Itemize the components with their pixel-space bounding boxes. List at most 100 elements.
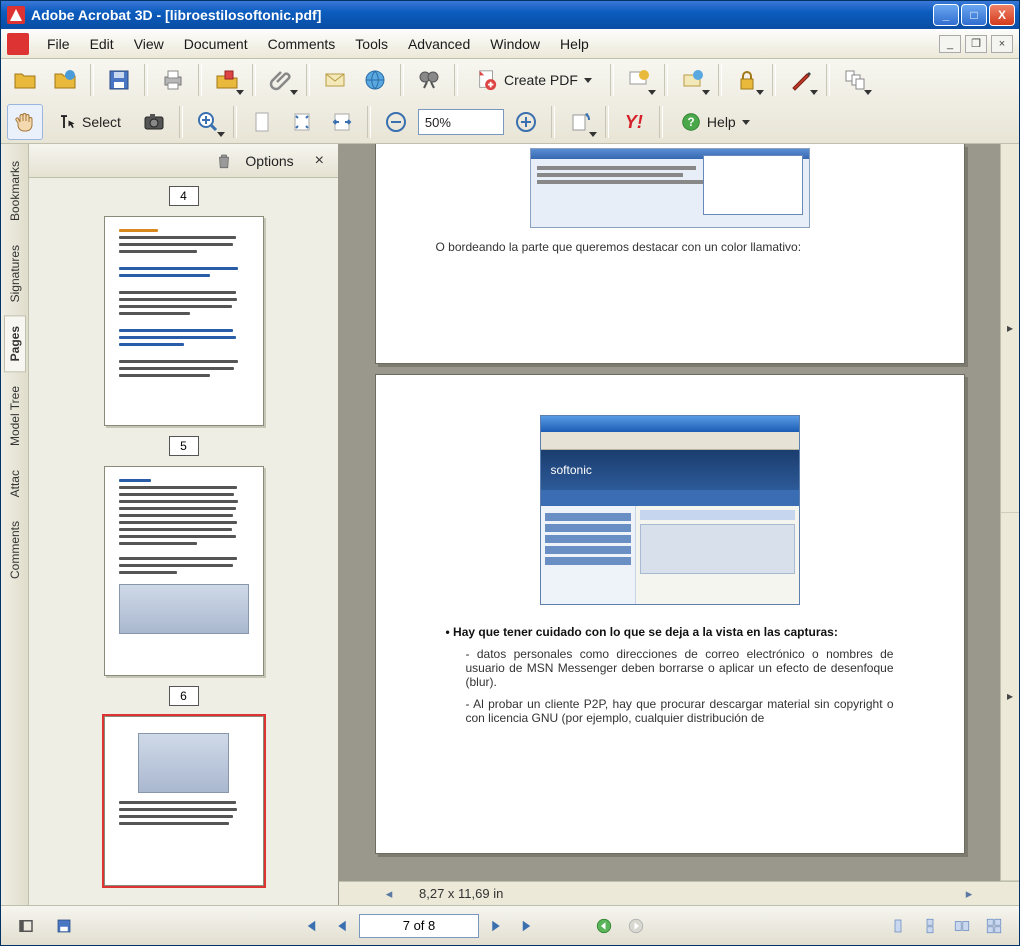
doc-scroll-down[interactable]: ▸ bbox=[1001, 513, 1019, 882]
print-button[interactable] bbox=[155, 62, 191, 98]
tab-comments[interactable]: Comments bbox=[4, 510, 26, 590]
panel-options-button[interactable]: Options bbox=[245, 153, 298, 169]
window-minimize-button[interactable]: _ bbox=[933, 4, 959, 26]
menu-bar: File Edit View Document Comments Tools A… bbox=[1, 29, 1019, 59]
document-scroll[interactable]: O bordeando la parte que queremos destac… bbox=[339, 144, 1000, 881]
zoom-value-text: 50% bbox=[425, 115, 451, 130]
organizer-button[interactable] bbox=[209, 62, 245, 98]
sign-button[interactable] bbox=[783, 62, 819, 98]
trash-icon[interactable] bbox=[215, 152, 233, 170]
panel-close-button[interactable]: × bbox=[311, 152, 328, 170]
tab-pages[interactable]: Pages bbox=[4, 315, 26, 372]
window-titlebar: Adobe Acrobat 3D - [libroestilosoftonic.… bbox=[1, 1, 1019, 29]
single-page-view-button[interactable] bbox=[883, 911, 913, 941]
forms-button[interactable] bbox=[837, 62, 873, 98]
help-button[interactable]: ? Help bbox=[670, 105, 761, 139]
tab-bookmarks[interactable]: Bookmarks bbox=[4, 150, 26, 232]
menu-view[interactable]: View bbox=[124, 32, 174, 56]
last-page-button[interactable] bbox=[513, 911, 543, 941]
toolbars: Create PDF Select bbox=[1, 59, 1019, 144]
menu-edit[interactable]: Edit bbox=[80, 32, 124, 56]
navigation-tabs: Bookmarks Signatures Pages Model Tree At… bbox=[1, 144, 29, 905]
dimension-bar: ◂ 8,27 x 11,69 in ▸ bbox=[339, 881, 1019, 905]
create-pdf-label: Create PDF bbox=[504, 72, 578, 88]
menu-file[interactable]: File bbox=[37, 32, 80, 56]
tab-signatures[interactable]: Signatures bbox=[4, 234, 26, 313]
collapse-nav-button[interactable] bbox=[11, 911, 41, 941]
page-dimensions: 8,27 x 11,69 in bbox=[419, 886, 503, 901]
zoom-value-field[interactable]: 50% bbox=[418, 109, 504, 135]
web-button[interactable] bbox=[357, 62, 393, 98]
open-web-button[interactable] bbox=[47, 62, 83, 98]
thumbnail-page-4[interactable] bbox=[104, 216, 264, 426]
doc-side-arrows: ▸ ▸ bbox=[1000, 144, 1019, 881]
doc-text-1: O bordeando la parte que queremos destac… bbox=[436, 238, 904, 256]
svg-text:?: ? bbox=[687, 116, 694, 129]
mdi-minimize-button[interactable]: _ bbox=[939, 35, 961, 53]
window-close-button[interactable]: X bbox=[989, 4, 1015, 26]
menu-comments[interactable]: Comments bbox=[258, 32, 346, 56]
thumbnail-page-6[interactable] bbox=[104, 716, 264, 886]
create-pdf-button[interactable]: Create PDF bbox=[465, 63, 603, 97]
tab-attachments[interactable]: Attac bbox=[4, 459, 26, 508]
secure-button[interactable] bbox=[729, 62, 765, 98]
menu-help[interactable]: Help bbox=[550, 32, 599, 56]
search-button[interactable] bbox=[411, 62, 447, 98]
continuous-view-button[interactable] bbox=[915, 911, 945, 941]
thumbnail-page-5[interactable] bbox=[104, 466, 264, 676]
yahoo-button[interactable]: Y! bbox=[616, 104, 652, 140]
first-page-button[interactable] bbox=[295, 911, 325, 941]
actual-size-button[interactable] bbox=[244, 104, 280, 140]
menu-document[interactable]: Document bbox=[174, 32, 258, 56]
fit-width-button[interactable] bbox=[324, 104, 360, 140]
acrobat-icon bbox=[7, 33, 29, 55]
attach-button[interactable] bbox=[263, 62, 299, 98]
continuous-facing-view-button[interactable] bbox=[979, 911, 1009, 941]
mdi-close-button[interactable]: × bbox=[991, 35, 1013, 53]
tab-model-tree[interactable]: Model Tree bbox=[4, 375, 26, 457]
snapshot-tool-button[interactable] bbox=[136, 104, 172, 140]
bullet-sub-2: Al probar un cliente P2P, hay que procur… bbox=[466, 697, 894, 725]
zoom-in-button[interactable] bbox=[190, 104, 226, 140]
hscroll-right[interactable]: ▸ bbox=[959, 886, 979, 902]
menu-tools[interactable]: Tools bbox=[345, 32, 398, 56]
app-icon bbox=[7, 6, 25, 24]
rotate-button[interactable] bbox=[562, 104, 598, 140]
select-tool-button[interactable]: Select bbox=[47, 105, 132, 139]
email-button[interactable] bbox=[317, 62, 353, 98]
hand-tool-button[interactable] bbox=[7, 104, 43, 140]
page-label-5[interactable]: 5 bbox=[169, 436, 199, 456]
comment-button[interactable] bbox=[621, 62, 657, 98]
send-review-button[interactable] bbox=[675, 62, 711, 98]
bullet-sub-1: datos personales como direcciones de cor… bbox=[466, 647, 894, 689]
doc-scroll-up[interactable]: ▸ bbox=[1001, 144, 1019, 513]
window-maximize-button[interactable]: □ bbox=[961, 4, 987, 26]
facing-view-button[interactable] bbox=[947, 911, 977, 941]
back-view-button[interactable] bbox=[589, 911, 619, 941]
zoom-in2-button[interactable] bbox=[508, 104, 544, 140]
save-button[interactable] bbox=[101, 62, 137, 98]
mdi-restore-button[interactable]: ❐ bbox=[965, 35, 987, 53]
help-label: Help bbox=[707, 114, 736, 130]
page-label-6[interactable]: 6 bbox=[169, 686, 199, 706]
zoom-out-button[interactable] bbox=[378, 104, 414, 140]
previous-page-button[interactable] bbox=[327, 911, 357, 941]
forward-view-button[interactable] bbox=[621, 911, 651, 941]
save-copy-button[interactable] bbox=[49, 911, 79, 941]
menu-advanced[interactable]: Advanced bbox=[398, 32, 480, 56]
page-indicator[interactable]: 7 of 8 bbox=[359, 914, 479, 938]
window-title: Adobe Acrobat 3D - [libroestilosoftonic.… bbox=[31, 7, 933, 23]
select-label: Select bbox=[82, 114, 121, 130]
menu-window[interactable]: Window bbox=[480, 32, 550, 56]
page-label-4[interactable]: 4 bbox=[169, 186, 199, 206]
embedded-screenshot-1 bbox=[530, 148, 810, 228]
fit-page-button[interactable] bbox=[284, 104, 320, 140]
softonic-logo-text: softonic bbox=[551, 463, 592, 477]
page-navigation-bar: 7 of 8 bbox=[1, 905, 1019, 945]
next-page-button[interactable] bbox=[481, 911, 511, 941]
pages-panel: Options × 4 5 bbox=[29, 144, 339, 905]
open-button[interactable] bbox=[7, 62, 43, 98]
embedded-screenshot-2: softonic bbox=[540, 415, 800, 605]
hscroll-left[interactable]: ◂ bbox=[379, 886, 399, 902]
thumbnail-list[interactable]: 4 5 bbox=[29, 178, 338, 905]
